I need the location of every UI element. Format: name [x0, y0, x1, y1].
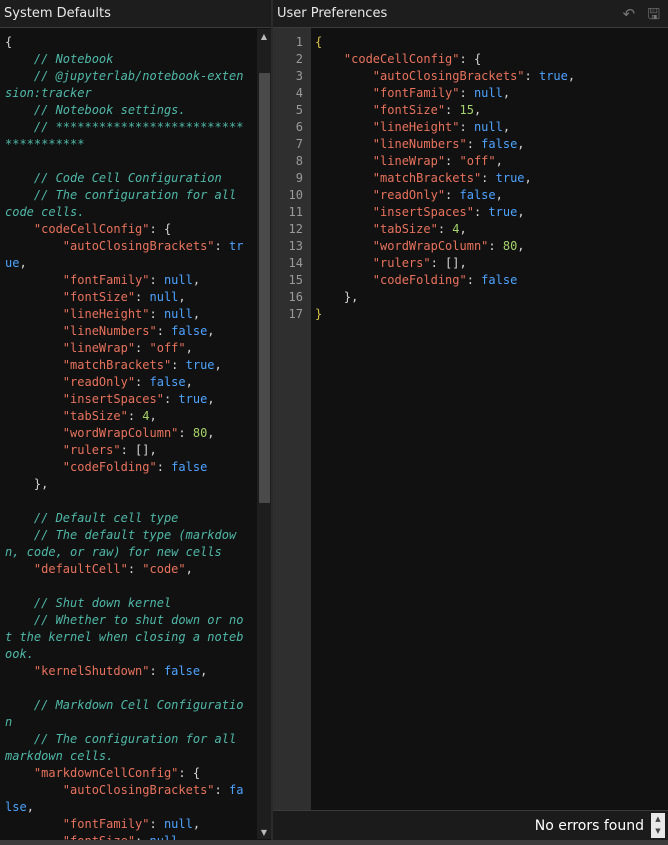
user-preferences-line: "lineHeight": null,	[372, 120, 511, 134]
system-defaults-line: "lineNumbers": false,	[62, 324, 215, 338]
system-defaults-line: "defaultCell": "code",	[33, 562, 193, 576]
user-preferences-title-text: User Preferences	[277, 6, 388, 21]
line-numbers: 1 2 3 4 5 6 7 8 9 10 11 12 13 14 15 16 1…	[288, 35, 303, 321]
system-defaults-line: ​	[5, 493, 249, 510]
system-defaults-line: // Code Cell Configuration	[5, 171, 222, 185]
user-preferences-line: {	[315, 35, 323, 49]
user-preferences-panel: User Preferences ↶ 🖫 1 2 3 4 5 6 7 8 9 1…	[273, 0, 668, 845]
scroll-up-arrow-icon[interactable]: ▲	[257, 31, 271, 43]
system-defaults-line: // Default cell type	[5, 511, 179, 525]
system-defaults-line: // Notebook settings.	[5, 103, 186, 117]
save-icon[interactable]: 🖫	[647, 0, 660, 28]
system-defaults-line: ​	[5, 153, 249, 170]
system-defaults-title: System Defaults	[0, 0, 271, 28]
stepper-up-icon[interactable]: ▲	[651, 813, 665, 825]
user-preferences-line: "wordWrapColumn": 80,	[372, 239, 525, 253]
scroll-down-arrow-icon[interactable]: ▼	[257, 827, 271, 839]
system-defaults-line: // The default type (markdown, code, or …	[5, 528, 237, 559]
user-preferences-line: "tabSize": 4,	[372, 222, 467, 236]
user-preferences-editor[interactable]: { "codeCellConfig": { "autoClosingBracke…	[315, 34, 655, 323]
user-preferences-line: "fontSize": 15,	[372, 103, 482, 117]
system-defaults-line: "tabSize": 4,	[62, 409, 157, 423]
bottom-strip	[0, 840, 668, 845]
system-defaults-line: "fontSize": null,	[62, 290, 186, 304]
system-defaults-line: {	[5, 35, 13, 49]
system-defaults-line: "lineWrap": "off",	[62, 341, 193, 355]
system-defaults-line: "codeCellConfig": {	[33, 222, 172, 236]
system-defaults-line: // Shut down kernel	[5, 596, 172, 610]
system-defaults-line: ​	[5, 680, 249, 697]
system-defaults-line: "insertSpaces": true,	[62, 392, 215, 406]
system-defaults-line: },	[5, 477, 49, 491]
system-defaults-line: "markdownCellConfig": {	[33, 766, 201, 780]
system-defaults-line: "fontFamily": null,	[62, 817, 201, 831]
system-defaults-line: "wordWrapColumn": 80,	[62, 426, 215, 440]
user-preferences-line: "rulers": [],	[372, 256, 467, 270]
system-defaults-line: "matchBrackets": true,	[62, 358, 222, 372]
user-preferences-line: "lineNumbers": false,	[372, 137, 525, 151]
stepper-down-icon[interactable]: ▼	[651, 825, 665, 837]
user-preferences-line: }	[315, 307, 323, 321]
user-preferences-line: "matchBrackets": true,	[372, 171, 532, 185]
user-preferences-title: User Preferences ↶ 🖫	[273, 0, 668, 28]
system-defaults-line: // Markdown Cell Configuration	[5, 698, 244, 729]
system-defaults-line: "fontFamily": null,	[62, 273, 201, 287]
status-message: No errors found	[534, 818, 644, 834]
system-defaults-line: "autoClosingBrackets": false,	[5, 783, 244, 814]
system-defaults-line: "autoClosingBrackets": true,	[5, 239, 244, 270]
line-number-gutter: 1 2 3 4 5 6 7 8 9 10 11 12 13 14 15 16 1…	[273, 28, 311, 810]
undo-icon[interactable]: ↶	[623, 0, 636, 28]
system-defaults-line: // *************************************	[5, 120, 244, 151]
user-preferences-line: },	[315, 290, 359, 304]
system-defaults-line: // Whether to shut down or not the kerne…	[5, 613, 244, 661]
status-scroll-stepper[interactable]: ▲ ▼	[651, 813, 665, 838]
status-bar: No errors found	[273, 810, 668, 840]
system-defaults-line: // The configuration for all markdown ce…	[5, 732, 244, 763]
system-defaults-line: "lineHeight": null,	[62, 307, 201, 321]
user-preferences-line: "lineWrap": "off",	[372, 154, 503, 168]
system-defaults-line: // The configuration for all code cells.	[5, 188, 244, 219]
system-defaults-line: ​	[5, 578, 249, 595]
system-defaults-editor[interactable]: { // Notebook // @jupyterlab/notebook-ex…	[5, 34, 249, 845]
system-defaults-line: "readOnly": false,	[62, 375, 193, 389]
system-defaults-line: // Notebook	[5, 52, 114, 66]
system-defaults-line: "rulers": [],	[62, 443, 157, 457]
system-defaults-line: "kernelShutdown": false,	[33, 664, 208, 678]
user-preferences-line: "readOnly": false,	[372, 188, 503, 202]
user-preferences-line: "codeFolding": false	[372, 273, 518, 287]
system-defaults-line: "codeFolding": false	[62, 460, 208, 474]
system-defaults-line: // @jupyterlab/notebook-extension:tracke…	[5, 69, 244, 100]
user-preferences-line: "codeCellConfig": {	[343, 52, 482, 66]
system-defaults-panel: System Defaults { // Notebook // @jupyte…	[0, 0, 271, 845]
scrollbar-thumb[interactable]	[259, 73, 270, 503]
user-preferences-line: "fontFamily": null,	[372, 86, 511, 100]
system-defaults-scrollbar[interactable]: ▲ ▼	[257, 29, 271, 839]
user-preferences-line: "insertSpaces": true,	[372, 205, 525, 219]
user-preferences-line: "autoClosingBrackets": true,	[372, 69, 576, 83]
